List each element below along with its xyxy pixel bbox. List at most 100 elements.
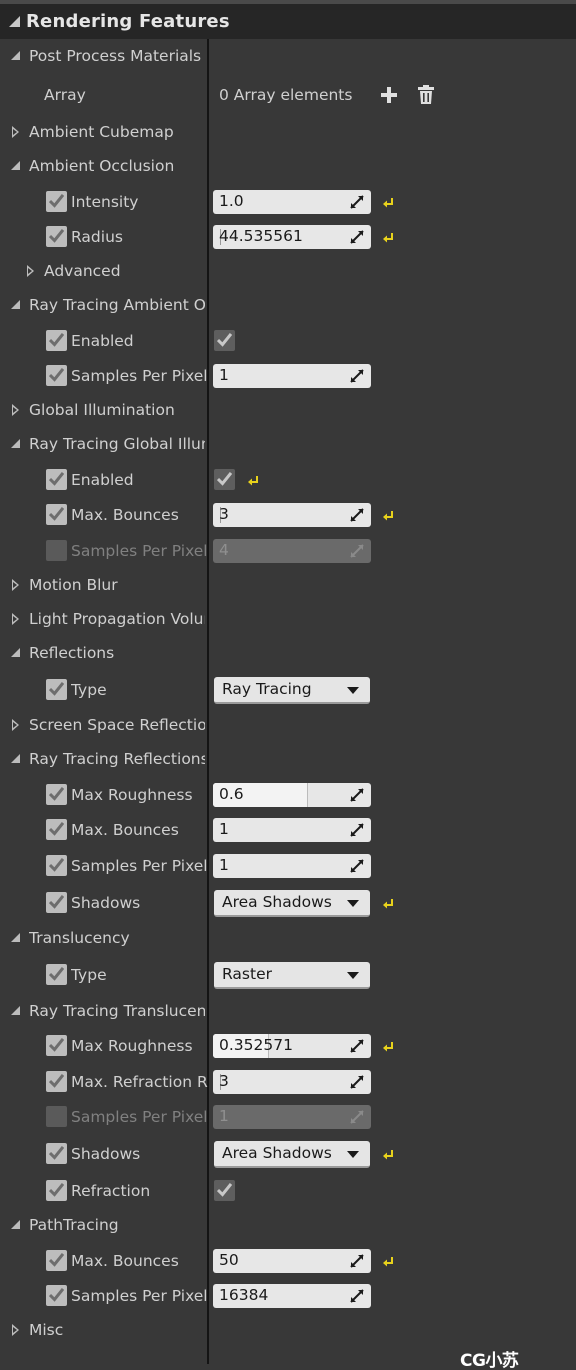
section-header-rendering-features[interactable]: Rendering Features	[0, 0, 576, 39]
collapse-triangle-icon[interactable]	[9, 16, 20, 27]
samples-per-pixel-input[interactable]: 1	[213, 854, 371, 878]
max-bounces-input[interactable]: 3	[213, 503, 371, 527]
drag-handle-icon[interactable]	[350, 1289, 364, 1303]
intensity-input[interactable]: 1.0	[213, 190, 371, 214]
reset-to-default-icon[interactable]	[381, 508, 395, 522]
reset-to-default-icon[interactable]	[381, 896, 395, 910]
collapsed-triangle-icon[interactable]	[12, 719, 19, 731]
enabled-checkbox[interactable]	[214, 469, 235, 490]
category-light-propagation-volume[interactable]: Light Propagation Volume	[0, 602, 576, 636]
enabled-checkbox[interactable]	[214, 330, 235, 351]
max-bounces-input[interactable]: 50	[213, 1249, 371, 1273]
reset-to-default-icon[interactable]	[381, 195, 395, 209]
override-checkbox[interactable]	[46, 1285, 67, 1306]
add-element-icon[interactable]	[380, 86, 398, 104]
drag-handle-icon[interactable]	[350, 369, 364, 383]
expanded-triangle-icon[interactable]	[11, 933, 20, 942]
category-ray-tracing-ambient-occlusion[interactable]: Ray Tracing Ambient Occlusion	[0, 288, 576, 322]
override-checkbox[interactable]	[46, 330, 67, 351]
category-reflections[interactable]: Reflections	[0, 636, 576, 670]
expanded-triangle-icon[interactable]	[11, 1006, 20, 1015]
checkmark-icon	[49, 682, 64, 696]
collapsed-triangle-icon[interactable]	[12, 404, 19, 416]
drag-handle-icon[interactable]	[350, 1039, 364, 1053]
category-ray-tracing-global-illumination[interactable]: Ray Tracing Global Illumination	[0, 427, 576, 461]
collapsed-triangle-icon[interactable]	[12, 1324, 19, 1336]
trash-icon[interactable]	[418, 85, 434, 104]
drag-handle-icon[interactable]	[350, 508, 364, 522]
category-label: Reflections	[29, 644, 115, 662]
refraction-checkbox[interactable]	[214, 1180, 235, 1201]
override-checkbox[interactable]	[46, 819, 67, 840]
max-refraction-rays-input[interactable]: 3	[213, 1070, 371, 1094]
override-checkbox[interactable]	[46, 1250, 67, 1271]
dropdown-value: Area Shadows	[222, 893, 332, 911]
drag-handle-icon[interactable]	[350, 195, 364, 209]
override-checkbox[interactable]	[46, 1106, 67, 1127]
samples-per-pixel-input[interactable]: 1	[213, 364, 371, 388]
override-checkbox[interactable]	[46, 784, 67, 805]
override-checkbox[interactable]	[46, 540, 67, 561]
checkmark-icon	[49, 967, 64, 981]
category-ray-tracing-reflections[interactable]: Ray Tracing Reflections	[0, 742, 576, 776]
drag-handle-icon[interactable]	[350, 788, 364, 802]
category-screen-space-reflections[interactable]: Screen Space Reflections	[0, 708, 576, 742]
max-roughness-slider[interactable]: 0.352571	[213, 1034, 371, 1058]
radius-input[interactable]: 44.535561	[213, 225, 371, 249]
override-checkbox[interactable]	[46, 365, 67, 386]
expanded-triangle-icon[interactable]	[11, 648, 20, 657]
reset-to-default-icon[interactable]	[381, 1039, 395, 1053]
category-ray-tracing-translucency[interactable]: Ray Tracing Translucency	[0, 994, 576, 1028]
category-ambient-occlusion[interactable]: Ambient Occlusion	[0, 149, 576, 183]
category-ambient-cubemap[interactable]: Ambient Cubemap	[0, 115, 576, 149]
collapsed-triangle-icon[interactable]	[12, 579, 19, 591]
shadows-dropdown[interactable]: Area Shadows	[214, 1141, 370, 1168]
drag-handle-icon[interactable]	[350, 1075, 364, 1089]
shadows-dropdown[interactable]: Area Shadows	[214, 890, 370, 917]
reset-to-default-icon[interactable]	[381, 1254, 395, 1268]
expanded-triangle-icon[interactable]	[11, 754, 20, 763]
category-label: PathTracing	[29, 1216, 119, 1234]
override-checkbox[interactable]	[46, 679, 67, 700]
reflection-type-dropdown[interactable]: Ray Tracing	[214, 677, 370, 704]
category-translucency[interactable]: Translucency	[0, 921, 576, 955]
category-path-tracing[interactable]: PathTracing	[0, 1208, 576, 1242]
expanded-triangle-icon[interactable]	[11, 300, 20, 309]
category-misc[interactable]: Misc	[0, 1313, 576, 1347]
property-rtao-enabled: Enabled	[0, 324, 576, 358]
override-checkbox[interactable]	[46, 1180, 67, 1201]
collapsed-triangle-icon[interactable]	[27, 265, 34, 277]
max-bounces-input[interactable]: 1	[213, 818, 371, 842]
category-global-illumination[interactable]: Global Illumination	[0, 393, 576, 427]
category-post-process-materials[interactable]: Post Process Materials	[0, 39, 576, 73]
override-checkbox[interactable]	[46, 504, 67, 525]
override-checkbox[interactable]	[46, 964, 67, 985]
override-checkbox[interactable]	[46, 892, 67, 913]
reset-to-default-icon[interactable]	[381, 230, 395, 244]
max-roughness-slider[interactable]: 0.6	[213, 783, 371, 807]
reset-to-default-icon[interactable]	[246, 473, 260, 487]
translucency-type-dropdown[interactable]: Raster	[214, 962, 370, 989]
checkmark-icon	[49, 1146, 64, 1160]
expanded-triangle-icon[interactable]	[11, 1220, 20, 1229]
reset-to-default-icon[interactable]	[381, 1147, 395, 1161]
drag-handle-icon[interactable]	[350, 859, 364, 873]
override-checkbox[interactable]	[46, 855, 67, 876]
collapsed-triangle-icon[interactable]	[12, 613, 19, 625]
override-checkbox[interactable]	[46, 226, 67, 247]
expanded-triangle-icon[interactable]	[11, 51, 20, 60]
override-checkbox[interactable]	[46, 1035, 67, 1056]
expanded-triangle-icon[interactable]	[11, 161, 20, 170]
override-checkbox[interactable]	[46, 1071, 67, 1092]
category-motion-blur[interactable]: Motion Blur	[0, 568, 576, 602]
subcategory-advanced[interactable]: Advanced	[0, 254, 576, 288]
override-checkbox[interactable]	[46, 191, 67, 212]
expanded-triangle-icon[interactable]	[11, 439, 20, 448]
override-checkbox[interactable]	[46, 1143, 67, 1164]
drag-handle-icon[interactable]	[350, 1254, 364, 1268]
collapsed-triangle-icon[interactable]	[12, 126, 19, 138]
drag-handle-icon[interactable]	[350, 230, 364, 244]
override-checkbox[interactable]	[46, 469, 67, 490]
samples-per-pixel-input[interactable]: 16384	[213, 1284, 371, 1308]
drag-handle-icon[interactable]	[350, 823, 364, 837]
